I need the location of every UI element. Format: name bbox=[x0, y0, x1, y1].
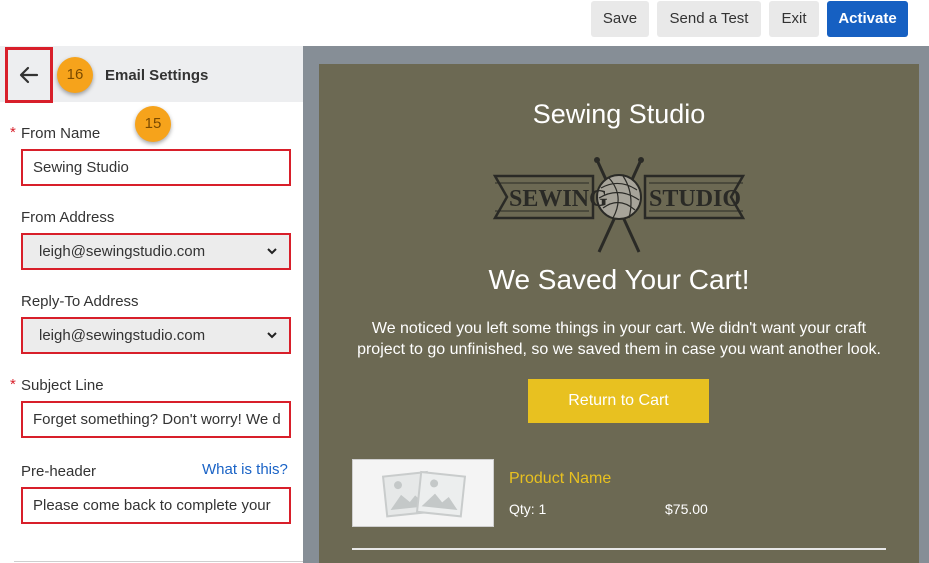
settings-header: 16 Email Settings bbox=[0, 46, 303, 103]
from-name-label: From Name bbox=[21, 125, 101, 142]
required-marker: * bbox=[10, 376, 16, 393]
preheader-input[interactable]: Please come back to complete your bbox=[21, 487, 291, 524]
activate-button[interactable]: Activate bbox=[827, 1, 908, 37]
from-address-label: From Address bbox=[21, 209, 115, 226]
product-quantity: Qty: 1 bbox=[509, 501, 547, 517]
exit-button[interactable]: Exit bbox=[769, 1, 819, 37]
brand-title: Sewing Studio bbox=[532, 99, 706, 129]
required-marker: * bbox=[10, 124, 16, 141]
step-badge-15: 15 bbox=[135, 106, 171, 142]
from-address-select[interactable]: leigh@sewingstudio.com bbox=[21, 233, 291, 270]
reply-to-value: leigh@sewingstudio.com bbox=[39, 327, 206, 344]
sewing-studio-logo: SEWING STUDIO bbox=[492, 157, 746, 253]
return-to-cart-button[interactable]: Return to Cart bbox=[528, 379, 709, 423]
subject-line-label: Subject Line bbox=[21, 377, 104, 394]
send-test-button[interactable]: Send a Test bbox=[657, 1, 761, 37]
reply-to-label: Reply-To Address bbox=[21, 293, 139, 310]
back-button[interactable] bbox=[5, 47, 53, 103]
from-name-input[interactable]: Sewing Studio bbox=[21, 149, 291, 186]
product-name[interactable]: Product Name bbox=[509, 470, 611, 488]
preheader-label: Pre-header bbox=[21, 463, 97, 480]
what-is-this-link[interactable]: What is this? bbox=[202, 461, 288, 478]
divider bbox=[14, 561, 303, 562]
image-placeholder-icon bbox=[381, 470, 467, 518]
logo-text-left: SEWING bbox=[509, 186, 608, 212]
email-divider bbox=[352, 548, 886, 550]
reply-to-select[interactable]: leigh@sewingstudio.com bbox=[21, 317, 291, 354]
step-badge-16: 16 bbox=[57, 57, 93, 93]
logo-text-right: STUDIO bbox=[649, 186, 741, 212]
email-canvas: Sewing Studio SEWING STUDIO We Saved You… bbox=[319, 64, 919, 563]
product-price: $75.00 bbox=[665, 501, 708, 517]
top-toolbar: Save Send a Test Exit Activate bbox=[0, 0, 929, 46]
email-body: We noticed you left some things in your … bbox=[357, 320, 881, 358]
product-image bbox=[352, 459, 494, 527]
page-title: Email Settings bbox=[105, 67, 209, 84]
email-preview-pane: Sewing Studio SEWING STUDIO We Saved You… bbox=[303, 46, 929, 563]
chevron-down-icon bbox=[267, 248, 277, 255]
arrow-left-icon bbox=[19, 66, 39, 84]
email-settings-panel: 16 Email Settings 15 * From Name Sewing … bbox=[0, 46, 303, 563]
from-address-value: leigh@sewingstudio.com bbox=[39, 243, 206, 260]
email-headline: We Saved Your Cart! bbox=[488, 264, 750, 295]
chevron-down-icon bbox=[267, 332, 277, 339]
save-button[interactable]: Save bbox=[591, 1, 649, 37]
subject-line-input[interactable]: Forget something? Don't worry! We d bbox=[21, 401, 291, 438]
